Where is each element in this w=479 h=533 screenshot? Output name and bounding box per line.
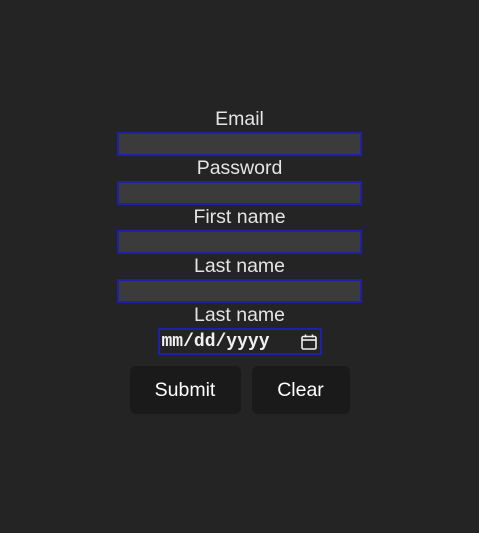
- date-placeholder[interactable]: mm/dd/yyyy: [162, 332, 270, 352]
- last-name-label: Last name: [193, 255, 286, 277]
- first-name-field[interactable]: [117, 230, 362, 254]
- button-row: Submit Clear: [129, 366, 350, 414]
- email-field[interactable]: [117, 132, 362, 156]
- signup-form: Email Password First name Last name Last…: [0, 107, 479, 414]
- calendar-icon[interactable]: [300, 333, 318, 351]
- date-input[interactable]: mm/dd/yyyy: [157, 328, 322, 355]
- last-name-field[interactable]: [117, 279, 362, 303]
- email-label: Email: [215, 108, 264, 130]
- first-name-label: First name: [193, 206, 286, 228]
- submit-button[interactable]: Submit: [129, 366, 241, 414]
- page: Email Password First name Last name Last…: [0, 0, 479, 533]
- password-label: Password: [196, 157, 283, 179]
- clear-button[interactable]: Clear: [251, 366, 350, 414]
- password-field[interactable]: [117, 181, 362, 205]
- date-label: Last name: [193, 304, 286, 326]
